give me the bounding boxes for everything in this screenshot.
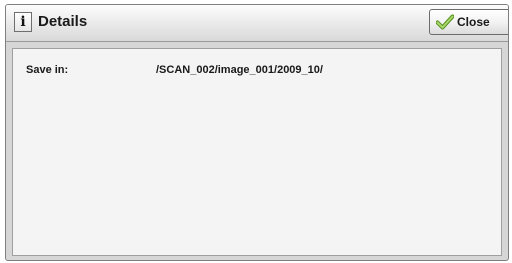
details-dialog: i Details Close Save in: /SCAN_002/image… [5, 4, 509, 261]
checkmark-icon [436, 14, 454, 30]
dialog-header: i Details Close [6, 5, 508, 42]
save-in-value: /SCAN_002/image_001/2009_10/ [156, 64, 323, 76]
close-button[interactable]: Close [429, 9, 508, 35]
details-panel: Save in: /SCAN_002/image_001/2009_10/ [12, 48, 502, 256]
info-icon: i [14, 12, 32, 32]
dialog-title: Details [38, 13, 88, 30]
save-in-label: Save in: [26, 64, 69, 76]
close-button-label: Close [457, 15, 490, 29]
